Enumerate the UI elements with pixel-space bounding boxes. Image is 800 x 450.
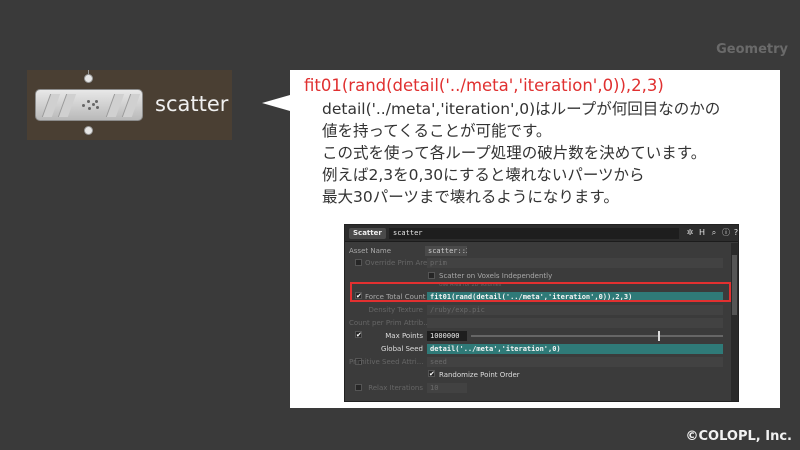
asset-name-label: Asset Name — [349, 247, 392, 255]
density-texture-field[interactable]: /ruby/exp.pic — [427, 305, 723, 315]
primitive-seed-field[interactable]: seed — [427, 357, 723, 367]
info-icon[interactable]: ⓘ — [721, 228, 731, 238]
node-type-badge[interactable]: Scatter — [349, 228, 386, 239]
density-texture-label: Density Texture — [368, 306, 423, 314]
node-output-connector[interactable] — [84, 126, 93, 135]
primitive-seed-label: Primitive Seed Attri... — [349, 358, 424, 366]
max-points-slider[interactable] — [471, 335, 723, 337]
explanation-callout: fit01(rand(detail('../meta','iteration',… — [290, 70, 780, 408]
max-points-checkbox[interactable]: ✔ — [355, 331, 362, 339]
global-seed-label: Global Seed — [380, 345, 423, 353]
relax-iterations-row: Relax Iterations 10 — [345, 382, 738, 394]
panel-scrollbar[interactable] — [731, 243, 738, 401]
force-total-count-highlight — [350, 282, 731, 302]
explanation-text: detail('../meta','iteration',0)はループが何回目な… — [322, 98, 720, 208]
panel-title-bar: Scatter scatter ✲ H ⌕ ⓘ ? — [345, 225, 738, 242]
override-prim-area-field[interactable]: prim — [427, 258, 723, 268]
scatter-icon — [80, 99, 100, 111]
explanation-line: detail('../meta','iteration',0)はループが何回目な… — [322, 100, 721, 118]
global-seed-field[interactable]: detail('../meta','iteration',0) — [427, 344, 723, 354]
max-points-label: Max Points — [385, 332, 423, 340]
randomize-label: Randomize Point Order — [439, 371, 520, 379]
copyright-text: ©COLOPL, Inc. — [685, 429, 792, 444]
parameter-panel: Scatter scatter ✲ H ⌕ ⓘ ? Asset Name sca… — [344, 224, 739, 402]
relax-iterations-checkbox[interactable] — [355, 384, 362, 391]
override-prim-area-row: Override Prim Area prim — [345, 257, 738, 269]
scrollbar-thumb[interactable] — [732, 255, 737, 315]
primitive-seed-row: Primitive Seed Attri... seed — [345, 356, 738, 368]
override-prim-area-checkbox[interactable] — [355, 259, 362, 266]
gear-icon[interactable]: ✲ — [685, 228, 695, 238]
relax-iterations-label: Relax Iterations — [368, 384, 423, 392]
node-stripe-icon — [121, 94, 141, 117]
global-seed-row: Global Seed detail('../meta','iteration'… — [345, 343, 738, 355]
node-label: scatter — [155, 92, 229, 116]
node-stripe-icon — [57, 94, 77, 117]
randomize-checkbox[interactable]: ✔ — [428, 370, 435, 378]
context-label: Geometry — [716, 42, 788, 57]
asset-name-row: Asset Name scatter::2.0 — [345, 245, 738, 257]
search-icon[interactable]: ⌕ — [709, 228, 719, 238]
randomize-row: ✔ Randomize Point Order — [345, 369, 738, 381]
callout-pointer — [262, 95, 290, 111]
explanation-line: 値を持ってくることが可能です。 — [322, 122, 552, 140]
scatter-node[interactable] — [35, 89, 143, 121]
explanation-line: 最大30パーツまで壊れるようになります。 — [322, 188, 619, 206]
help-circle-icon[interactable]: ? — [731, 228, 738, 238]
count-per-prim-row: Count per Prim Attrib... — [345, 317, 738, 329]
help-icon[interactable]: H — [697, 228, 707, 238]
node-input-connector[interactable] — [84, 74, 93, 83]
density-texture-row: Density Texture /ruby/exp.pic — [345, 304, 738, 316]
count-per-prim-label: Count per Prim Attrib... — [349, 319, 430, 327]
relax-iterations-field[interactable]: 10 — [427, 383, 467, 393]
node-stripe-icon — [105, 94, 125, 117]
count-per-prim-field[interactable] — [427, 318, 723, 328]
max-points-slider-handle[interactable] — [658, 331, 660, 341]
explanation-line: 例えば2,3を0,30にすると壊れないパーツから — [322, 166, 645, 184]
max-points-field[interactable]: 1000000 — [427, 331, 467, 341]
max-points-row: ✔ Max Points 1000000 — [345, 330, 738, 342]
node-stripe-icon — [41, 94, 61, 117]
formula-text: fit01(rand(detail('../meta','iteration',… — [304, 76, 664, 95]
override-prim-area-label: Override Prim Area — [365, 259, 432, 267]
scatter-node-panel: scatter — [27, 70, 232, 140]
node-name-input[interactable]: scatter — [389, 228, 679, 239]
asset-name-field[interactable]: scatter::2.0 — [425, 246, 467, 256]
scatter-on-voxels-checkbox[interactable] — [428, 272, 435, 279]
explanation-line: この式を使って各ループ処理の破片数を決めています。 — [322, 144, 707, 162]
